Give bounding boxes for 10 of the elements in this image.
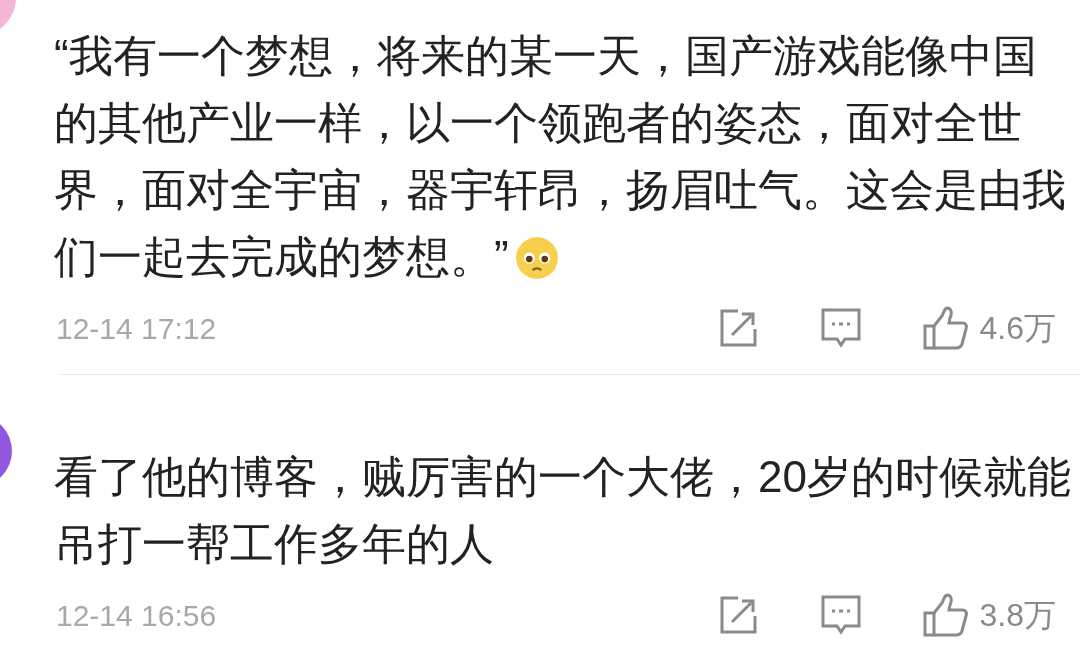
comment-time: 12-14 17:12 <box>56 310 217 347</box>
like-count: 4.6万 <box>979 309 1056 348</box>
thumbs-up-icon[interactable] <box>921 593 968 637</box>
comment-icon[interactable] <box>819 307 862 349</box>
comment-time: 12-14 16:56 <box>56 597 217 634</box>
thumbs-up-icon[interactable] <box>921 306 968 350</box>
like-count: 3.8万 <box>979 596 1056 635</box>
comment-text: 看了他的博客，贼厉害的一个大佬，20岁的时候就能吊打一帮工作多年的人 <box>54 452 1071 568</box>
comment-icon[interactable] <box>819 594 862 636</box>
comment-text: “我有一个梦想，将来的某一天，国产游戏能像中国的其他产业一样，以一个领跑者的姿态，面对全世界，面对全宇宙，器宇轩昂，扬眉吐气。这会是由我们一起去完成的梦想。” <box>54 31 1066 281</box>
